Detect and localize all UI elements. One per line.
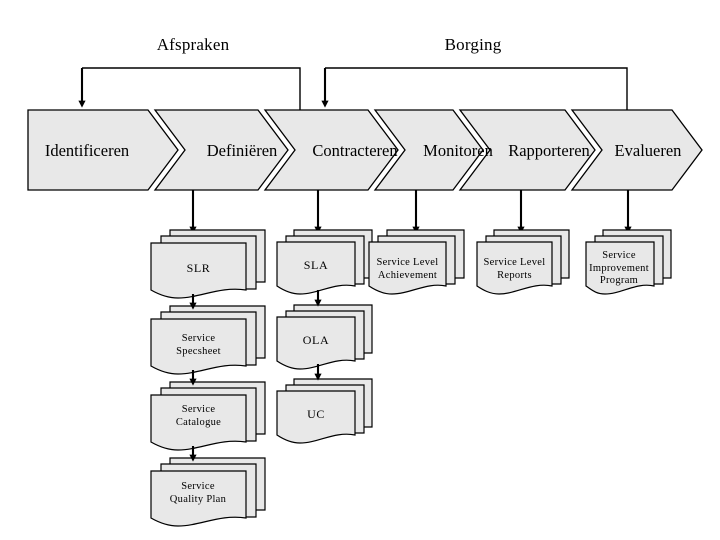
- document-label-uc[interactable]: UC: [277, 407, 355, 421]
- document-label-slr[interactable]: SLR: [151, 261, 246, 275]
- stage-to-document-arrows: [189, 190, 632, 234]
- stage-label-evalueren[interactable]: Evalueren: [568, 142, 720, 160]
- bracket-borging: [321, 67, 628, 110]
- diagram-canvas: Afspraken Borging Identificeren Definiër…: [0, 0, 720, 540]
- document-label-service-improvement-program[interactable]: Service Improvement Program: [584, 250, 654, 288]
- document-label-service-level-achievement[interactable]: Service Level Achievement: [369, 257, 446, 282]
- document-label-service-quality-plan[interactable]: Service Quality Plan: [148, 481, 248, 506]
- document-label-service-specsheet[interactable]: Service Specsheet: [151, 333, 246, 358]
- document-label-ola[interactable]: OLA: [277, 333, 355, 347]
- bracket-afspraken: [78, 67, 301, 110]
- stage-label-identificeren[interactable]: Identificeren: [7, 142, 167, 160]
- phase-title-afspraken: Afspraken: [156, 35, 230, 54]
- document-label-service-level-reports[interactable]: Service Level Reports: [477, 257, 552, 282]
- document-label-service-catalogue[interactable]: Service Catalogue: [151, 404, 246, 429]
- phase-title-borging: Borging: [444, 35, 502, 54]
- document-label-sla[interactable]: SLA: [277, 258, 355, 272]
